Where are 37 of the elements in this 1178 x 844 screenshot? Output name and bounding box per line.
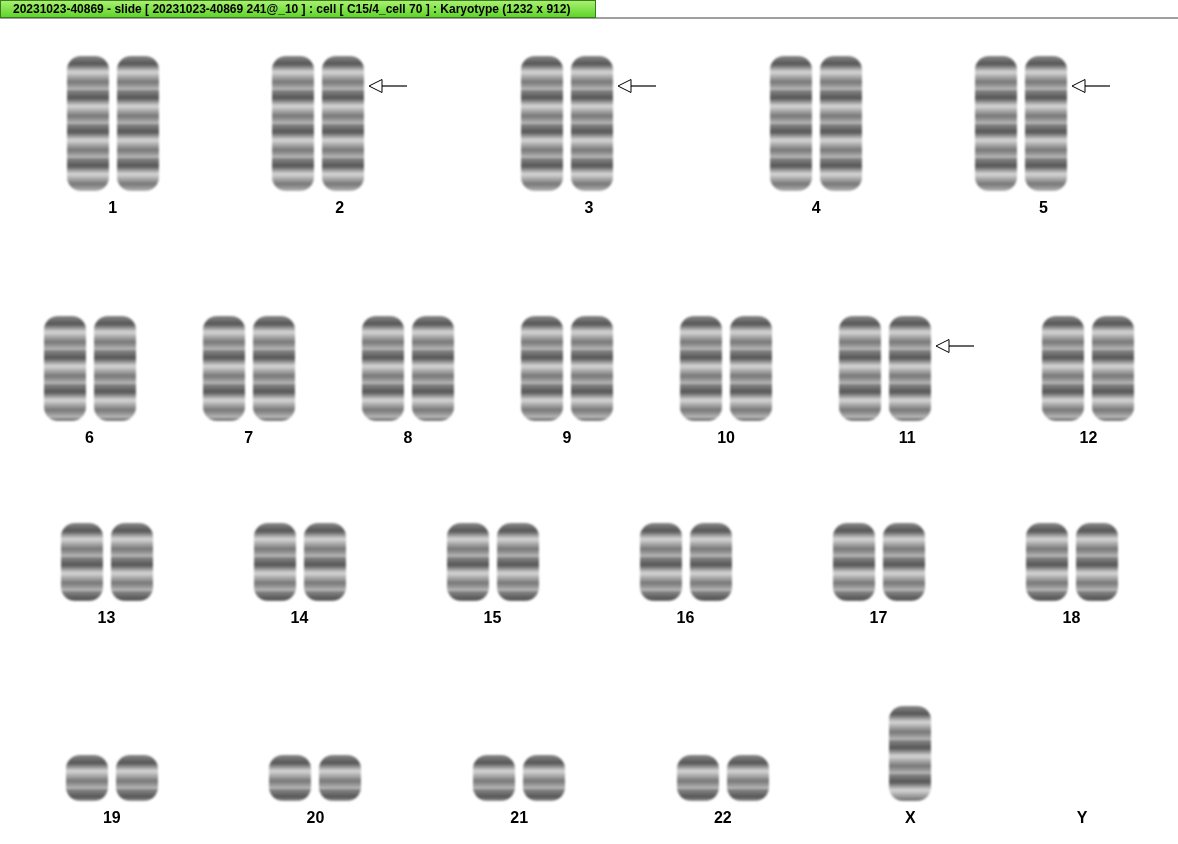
chromosome-number: 11 <box>898 429 916 447</box>
chromosome-number: 5 <box>1038 199 1048 217</box>
chromosome-number: Y <box>1076 809 1088 827</box>
chromosome-image <box>523 755 566 801</box>
chromosome-image <box>65 755 108 801</box>
chromosome-number: 4 <box>811 199 821 217</box>
arrow-icon <box>367 78 408 94</box>
arrow-icon <box>1071 78 1112 94</box>
chromosome-number: 9 <box>562 429 572 447</box>
chromosome-number: 17 <box>869 609 888 627</box>
chromosome-image <box>676 755 719 801</box>
chromosome-number: 2 <box>335 199 345 217</box>
chromosome-number: 21 <box>510 809 529 827</box>
chromosome-image <box>269 755 312 801</box>
window-title: 20231023-40869 - slide [ 20231023-40869 241@_10 ] : cell [ C15/4_cell 70 ] : Karyotype (1232 x 912) <box>0 0 596 18</box>
arrow-icon <box>935 338 976 354</box>
chromosome-number: 12 <box>1079 429 1098 447</box>
chromosome-image <box>115 755 158 801</box>
chromosome-number: 18 <box>1062 609 1081 627</box>
chromosome-number: 10 <box>717 429 735 447</box>
chromosome-number: X <box>905 809 916 827</box>
chromosome-number: 1 <box>108 199 118 217</box>
chromosome-number: 8 <box>403 429 413 447</box>
chromosome-number: 13 <box>97 609 116 627</box>
chromosome-number: 14 <box>290 609 309 627</box>
arrow-icon <box>616 78 657 94</box>
chromosome-number: 19 <box>102 809 121 827</box>
chromosome-number: 16 <box>676 609 695 627</box>
chromosome-number: 6 <box>85 429 94 447</box>
chromosome-number: 3 <box>584 199 594 217</box>
chromosome-number: 7 <box>244 429 254 447</box>
chromosome-number: 15 <box>483 609 502 627</box>
chromosome-image <box>473 755 516 801</box>
chromosome-image <box>319 755 362 801</box>
chromosome-number: 22 <box>713 809 732 827</box>
chromosome-number: 20 <box>306 809 325 827</box>
chromosome-image <box>726 755 769 801</box>
